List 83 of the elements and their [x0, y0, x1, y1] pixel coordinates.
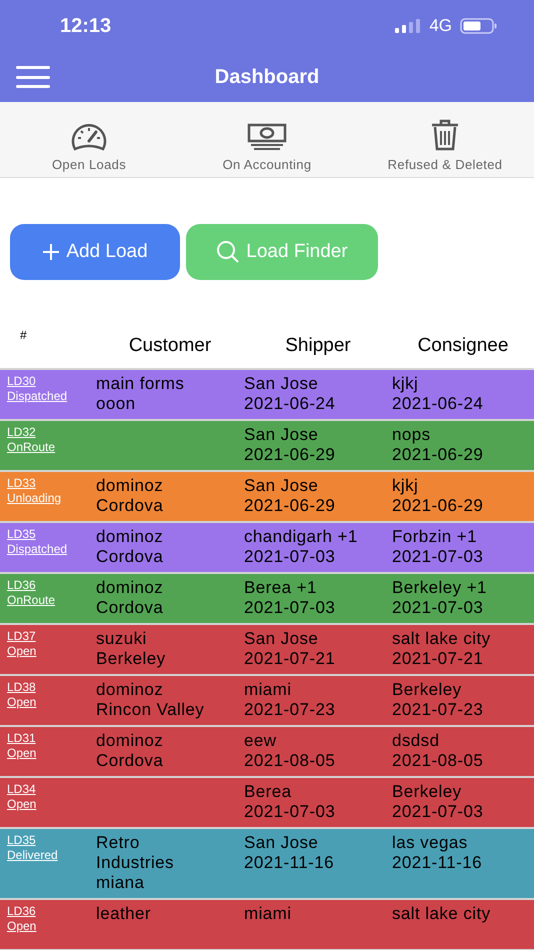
table-cell-text: eew 2021-08-05: [244, 731, 336, 771]
load-link[interactable]: LD35: [7, 527, 36, 542]
signal-icon: [395, 19, 422, 33]
load-link[interactable]: LD31: [7, 731, 36, 746]
table-cell-text: San Jose 2021-06-24: [244, 374, 336, 414]
table-row[interactable]: LD34 Open Berea 2021-07-03 Berkeley 2021-07-03: [0, 778, 534, 829]
table-cell-text: nops 2021-06-29: [392, 425, 484, 465]
table-cell-text: miami: [244, 904, 292, 925]
gauge-icon: [69, 122, 109, 150]
table-cell-text: miami 2021-07-23: [244, 680, 336, 720]
page-title: Dashboard: [214, 65, 320, 90]
load-link[interactable]: LD30: [7, 374, 36, 389]
table-row[interactable]: LD38 Open dominoz Rincon Valley miami 2021-07-23 Berkeley 2021-07-23: [0, 676, 534, 727]
table-cell-text: San Jose 2021-06-29: [244, 476, 336, 516]
status-link[interactable]: Open: [7, 919, 36, 934]
table-cell-text: salt lake city: [392, 904, 492, 925]
table-row[interactable]: LD36 Open leather miami salt lake city: [0, 900, 534, 950]
load-link[interactable]: LD38: [7, 680, 36, 695]
trash-icon: [429, 118, 461, 150]
table-cell-text: dominoz Cordova: [96, 476, 164, 516]
search-icon: [216, 240, 240, 264]
load-link[interactable]: LD34: [7, 782, 36, 797]
tab-button[interactable]: On Accounting: [178, 102, 356, 177]
load-link[interactable]: LD33: [7, 476, 36, 491]
load-link[interactable]: LD36: [7, 578, 36, 593]
table-cell-text: Berkeley +1 2021-07-03: [392, 578, 488, 618]
table-row[interactable]: LD35 Delivered Retro Industries miana San Jose 2021-11-16 las vegas 2021-11-16: [0, 829, 534, 900]
table-cell-text: Berea 2021-07-03: [244, 782, 336, 822]
battery-icon: [460, 18, 498, 34]
table-cell-text: Berea +1 2021-07-03: [244, 578, 336, 618]
status-link[interactable]: Delivered: [7, 848, 58, 863]
table-cell-text: dominoz Cordova: [96, 731, 164, 771]
table-cell-text: leather: [96, 904, 152, 925]
table-cell-text: kjkj 2021-06-24: [392, 374, 484, 414]
table-cell-text: San Jose 2021-07-21: [244, 629, 336, 669]
load-link[interactable]: LD37: [7, 629, 36, 644]
table-cell-text: San Jose 2021-06-29: [244, 425, 336, 465]
table-cell-text: las vegas 2021-11-16: [392, 833, 483, 874]
status-link[interactable]: Open: [7, 797, 36, 812]
status-link[interactable]: OnRoute: [7, 593, 56, 608]
column-header: Customer: [128, 334, 212, 358]
column-header: Consignee: [416, 334, 510, 358]
table-cell-text: Forbzin +1 2021-07-03: [392, 527, 484, 567]
status-link[interactable]: OnRoute: [7, 440, 56, 455]
banknote-icon: [247, 122, 287, 150]
table-cell-text: Berkeley 2021-07-03: [392, 782, 484, 822]
table-cell-text: kjkj 2021-06-29: [392, 476, 484, 516]
status-link[interactable]: Unloading: [7, 491, 62, 506]
table-row[interactable]: LD37 Open suzuki Berkeley San Jose 2021-07-21 salt lake city 2021-07-21: [0, 625, 534, 676]
table-cell-text: main forms ooon: [96, 374, 186, 414]
load-link[interactable]: LD35: [7, 833, 36, 848]
table-row[interactable]: LD31 Open dominoz Cordova eew 2021-08-05 dsdsd 2021-08-05: [0, 727, 534, 778]
table-row[interactable]: LD36 OnRoute dominoz Cordova Berea +1 2021-07-03 Berkeley +1 2021-07-03: [0, 574, 534, 625]
status-link[interactable]: Open: [7, 746, 36, 761]
network-label: 4G: [429, 15, 452, 38]
column-header: #: [19, 327, 28, 344]
table-cell-text: Retro Industries miana: [96, 833, 175, 893]
table-row[interactable]: LD35 Dispatched dominoz Cordova chandigarh +1 2021-07-03 Forbzin +1 2021-07-03: [0, 523, 534, 574]
tab-button[interactable]: Refused & Deleted: [356, 102, 534, 177]
table-cell-text: Berkeley 2021-07-23: [392, 680, 484, 720]
table-cell-text: suzuki Berkeley: [96, 629, 167, 669]
load-link[interactable]: LD36: [7, 904, 36, 919]
table-cell-text: dominoz Cordova: [96, 578, 164, 618]
table-cell-text: San Jose 2021-11-16: [244, 833, 335, 874]
status-time: 12:13: [60, 14, 112, 39]
table-row[interactable]: LD33 Unloading dominoz Cordova San Jose 2021-06-29 kjkj 2021-06-29: [0, 472, 534, 523]
status-link[interactable]: Dispatched: [7, 389, 68, 404]
column-header: Shipper: [284, 334, 352, 358]
table-cell-text: dominoz Rincon Valley: [96, 680, 206, 720]
status-link[interactable]: Open: [7, 695, 36, 710]
menu-button[interactable]: [16, 66, 50, 88]
table-cell-text: dominoz Cordova: [96, 527, 164, 567]
table-row[interactable]: LD32 OnRoute San Jose 2021-06-29 nops 2021-06-29: [0, 421, 534, 472]
load-link[interactable]: LD32: [7, 425, 36, 440]
status-link[interactable]: Open: [7, 644, 36, 659]
add-load-button[interactable]: Add Load: [10, 224, 180, 280]
table-cell-text: dsdsd 2021-08-05: [392, 731, 484, 771]
table-cell-text: salt lake city 2021-07-21: [392, 629, 492, 669]
table-cell-text: chandigarh +1 2021-07-03: [244, 527, 359, 567]
plus-icon: [42, 243, 60, 261]
status-link[interactable]: Dispatched: [7, 542, 68, 557]
table-row[interactable]: LD30 Dispatched main forms ooon San Jose 2021-06-24 kjkj 2021-06-24: [0, 370, 534, 421]
tab-button[interactable]: Open Loads: [0, 102, 178, 177]
